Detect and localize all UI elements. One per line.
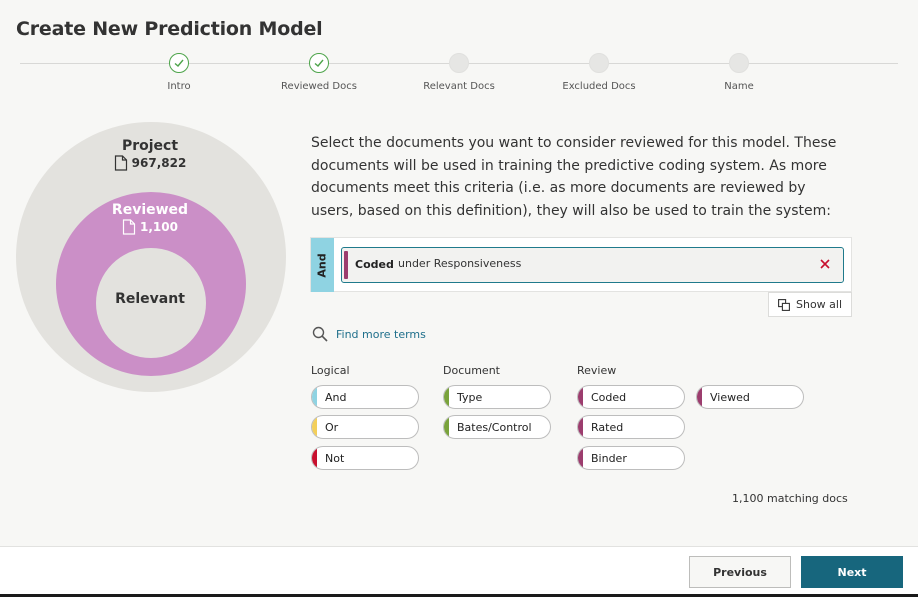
criteria-box: And Coded under Responsiveness [310,237,852,292]
group-logical-label: Logical [311,364,350,377]
step-label: Relevant Docs [423,81,495,92]
page-title: Create New Prediction Model [16,18,323,40]
find-more-label: Find more terms [336,327,426,341]
reviewed-count: 1,100 [100,219,200,235]
step-intro[interactable]: Intro [109,53,249,92]
operator-label: And [316,252,329,278]
description-text: Select the documents you want to conside… [311,135,837,219]
criterion-item[interactable]: Coded under Responsiveness [341,247,844,283]
step-excluded-docs[interactable]: Excluded Docs [529,53,669,92]
show-all-button[interactable]: Show all [768,292,852,317]
project-title: Project [121,138,179,154]
chip-rated[interactable]: Rated [577,415,685,439]
show-all-label: Show all [795,298,843,311]
operator-tab[interactable]: And [311,238,334,292]
step-label: Name [724,81,754,92]
reviewed-label: Reviewed 1,100 [100,202,200,235]
chip-not[interactable]: Not [311,446,419,470]
step-label: Reviewed Docs [281,81,357,92]
step-reviewed-docs[interactable]: Reviewed Docs [249,53,389,92]
relevant-label: Relevant [115,291,185,307]
project-label: Project 967,822 [100,138,200,171]
step-relevant-docs[interactable]: Relevant Docs [389,53,529,92]
step-dot [449,53,469,73]
document-icon [114,155,127,171]
criterion-color-bar [344,251,348,279]
footer-bar: Previous Next [0,546,918,594]
next-button[interactable]: Next [801,556,903,588]
chip-bates-control[interactable]: Bates/Control [443,415,551,439]
chip-coded[interactable]: Coded [577,385,685,409]
reviewed-title: Reviewed [111,202,189,218]
group-review-label: Review [577,364,617,377]
step-dot [729,53,749,73]
step-label: Excluded Docs [562,81,636,92]
copy-icon [778,298,790,311]
chip-viewed[interactable]: Viewed [696,385,804,409]
check-icon [169,53,189,73]
group-document-label: Document [443,364,500,377]
close-icon[interactable] [818,257,832,271]
find-more-terms-link[interactable]: Find more terms [312,326,426,342]
document-icon [122,219,136,235]
step-name[interactable]: Name [669,53,809,92]
step-dot [589,53,609,73]
chip-binder[interactable]: Binder [577,446,685,470]
criterion-qualifier: under Responsiveness [398,257,522,270]
project-count: 967,822 [100,155,200,171]
criterion-name: Coded [355,258,394,271]
chip-or[interactable]: Or [311,415,419,439]
create-model-dialog: Create New Prediction Model Intro Review… [0,0,918,594]
matching-count: 1,100 matching docs [732,492,848,505]
previous-button[interactable]: Previous [689,556,791,588]
step-label: Intro [167,81,191,92]
chip-and[interactable]: And [311,385,419,409]
search-icon [312,326,328,342]
chip-type[interactable]: Type [443,385,551,409]
check-icon [309,53,329,73]
